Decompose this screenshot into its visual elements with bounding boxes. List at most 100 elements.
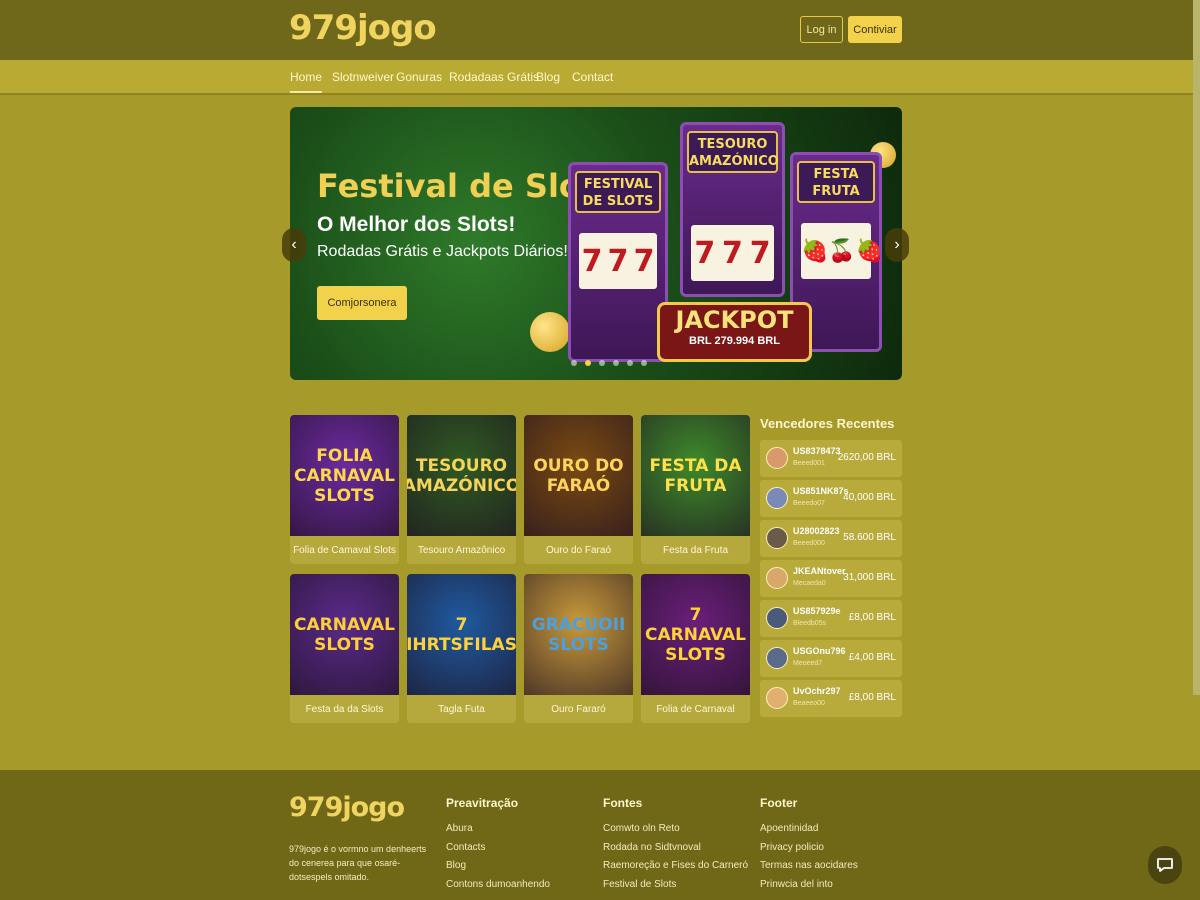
page-scrollbar[interactable]	[1193, 0, 1200, 695]
game-card[interactable]: OURO DO FARAÓ Ouro do Faraó	[524, 415, 633, 564]
game-card[interactable]: FESTA DA FRUTA Festa da Fruta	[641, 415, 750, 564]
chat-bubble-icon[interactable]	[1148, 846, 1182, 884]
slot-reels: 7 7 7	[579, 233, 657, 289]
game-thumbnail[interactable]: TESOURO AMAZÓNICO	[407, 415, 516, 536]
game-card[interactable]: GRACUOII SLOTS Ouro Fararó	[524, 574, 633, 723]
nav-contact[interactable]: Contact	[572, 70, 613, 84]
coin-decoration	[530, 312, 570, 352]
footer-link[interactable]: Blog	[446, 857, 550, 876]
game-thumbnail[interactable]: 7 IHRTSFILAS	[407, 574, 516, 695]
login-button[interactable]: Log in	[800, 16, 843, 43]
game-card[interactable]: FOLIA CARNAVAL SLOTS Folia de Camaval Slo…	[290, 415, 399, 564]
chat-bubble-svg	[1157, 858, 1173, 872]
winner-row: JKEANtover Mecaeda0 31,000 BRL	[760, 560, 902, 597]
reel-symbol: 7	[722, 235, 743, 271]
footer-link[interactable]: Comwto oln Reto	[603, 820, 748, 839]
carousel-dot-active[interactable]	[585, 360, 591, 366]
game-name: Ouro do Faraó	[524, 536, 633, 564]
carousel-dot[interactable]	[599, 360, 605, 366]
footer-link[interactable]: Contons dumoanhendo	[446, 876, 550, 895]
footer-description: 979jogo é o vormno um denheerts do cener…	[289, 844, 427, 882]
game-name: Festa da da Slots	[290, 695, 399, 723]
winner-username: USGOnu796	[793, 646, 846, 656]
footer-column: Footer Apoentinidad Privacy policio Term…	[760, 796, 858, 894]
carousel-dot[interactable]	[641, 360, 647, 366]
winner-username: JKEANtover	[793, 566, 846, 576]
reel-symbol: 7	[633, 243, 655, 279]
nav-bonus[interactable]: Gonuras	[396, 70, 442, 84]
winner-game: Beeed001	[793, 460, 825, 467]
reel-symbol: 🍒	[828, 238, 856, 264]
winner-game: Beeedo07	[793, 500, 825, 507]
footer-link[interactable]: Raemoreção e Fises do Carneró	[603, 857, 748, 876]
nav-home[interactable]: Home	[290, 70, 323, 93]
footer-column-title: Fontes	[603, 796, 643, 810]
winner-row: US851NK87s Beeedo07 40,000 BRL	[760, 480, 902, 517]
game-thumbnail[interactable]: GRACUOII SLOTS	[524, 574, 633, 695]
winner-username: U28002823	[793, 526, 840, 536]
game-thumbnail[interactable]: FOLIA CARNAVAL SLOTS	[290, 415, 399, 536]
avatar	[766, 487, 788, 509]
avatar	[766, 647, 788, 669]
carousel-next-icon[interactable]: ›	[885, 228, 909, 262]
footer-link[interactable]: Contacts	[446, 839, 550, 858]
game-card[interactable]: CARNAVAL SLOTS Festa da da Slots	[290, 574, 399, 723]
footer-logo[interactable]: 979jogo	[289, 792, 405, 823]
winner-game: Meoeed7	[793, 660, 823, 667]
winner-row: US8378473 Beeed001 2620,00 BRL	[760, 440, 902, 477]
register-button[interactable]: Contiviar	[848, 16, 902, 43]
winners-title: Vencedores Recentes	[760, 416, 895, 431]
winner-amount: £4,00 BRL	[848, 652, 896, 663]
winner-amount: 2620,00 BRL	[837, 452, 896, 463]
carousel-prev-icon[interactable]: ‹	[282, 228, 306, 262]
slot-machine-tesouro: TESOURO AMAZÓNICO 7 7 7	[680, 122, 785, 297]
game-name: Folia de Camaval Slots	[290, 536, 399, 564]
game-thumbnail[interactable]: 7 CARNAVAL SLOTS	[641, 574, 750, 695]
reel-symbol: 🍓	[855, 238, 884, 264]
nav-slots[interactable]: Slotnweiver	[332, 70, 394, 84]
footer-link[interactable]: Apoentinidad	[760, 820, 858, 839]
game-name: Folia de Carnaval	[641, 695, 750, 723]
footer-link[interactable]: Festival de Slots	[603, 876, 748, 895]
game-card[interactable]: 7 IHRTSFILAS Tagla Futa	[407, 574, 516, 723]
site-logo[interactable]: 979jogo	[289, 8, 437, 48]
carousel-dot[interactable]	[613, 360, 619, 366]
footer-column: Fontes Comwto oln Reto Rodada no Sidtvno…	[603, 796, 748, 894]
footer-link[interactable]: Privacy policio	[760, 839, 858, 858]
nav-blog[interactable]: Blog	[536, 70, 560, 84]
footer-link[interactable]: Rodada no Sidtvnoval	[603, 839, 748, 858]
winner-username: US851NK87s	[793, 486, 849, 496]
footer-link[interactable]: Prinwcia del into	[760, 876, 858, 895]
jackpot-title: JACKPOT	[675, 306, 794, 334]
hero-subtitle: O Melhor dos Slots!	[317, 213, 516, 236]
carousel-dot[interactable]	[627, 360, 633, 366]
footer-link[interactable]: Abura	[446, 820, 550, 839]
winner-amount: 40,000 BRL	[843, 492, 896, 503]
game-thumbnail[interactable]: OURO DO FARAÓ	[524, 415, 633, 536]
game-card[interactable]: 7 CARNAVAL SLOTS Folia de Carnaval	[641, 574, 750, 723]
slot-machine-sign: FESTA FRUTA	[797, 161, 875, 203]
winner-row: USGOnu796 Meoeed7 £4,00 BRL	[760, 640, 902, 677]
footer-link[interactable]: Termas nas aocidares	[760, 857, 858, 876]
hero-subtitle-secondary: Rodadas Grátis e Jackpots Diários!	[317, 243, 568, 260]
winner-game: Beaeeo00	[793, 700, 825, 707]
carousel-dot[interactable]	[571, 360, 577, 366]
reel-symbol: 7	[607, 243, 629, 279]
avatar	[766, 607, 788, 629]
game-name: Tagla Futa	[407, 695, 516, 723]
game-thumbnail[interactable]: CARNAVAL SLOTS	[290, 574, 399, 695]
nav-free-spins[interactable]: Rodadaas Grátis	[449, 70, 539, 84]
footer-column: Preavitração Abura Contacts Blog Contons…	[446, 796, 550, 894]
winner-row: US857929e Bleedb05s £8,00 BRL	[760, 600, 902, 637]
footer-column-title: Footer	[760, 796, 798, 810]
slot-machine-sign: FESTIVAL DE SLOTS	[575, 171, 661, 213]
hero-cta-button[interactable]: Comjorsonera	[317, 286, 407, 320]
game-card[interactable]: TESOURO AMAZÓNICO Tesouro Amazônico	[407, 415, 516, 564]
footer-column-title: Preavitração	[446, 796, 519, 810]
slot-machine-sign: TESOURO AMAZÓNICO	[687, 131, 779, 173]
game-thumbnail[interactable]: FESTA DA FRUTA	[641, 415, 750, 536]
winner-username: UvOchr297	[793, 686, 841, 696]
hero-banner[interactable]: Festival de Slots O Melhor dos Slots! Ro…	[290, 107, 902, 380]
winner-username: US857929e	[793, 606, 841, 616]
winner-amount: 31,000 BRL	[843, 572, 896, 583]
